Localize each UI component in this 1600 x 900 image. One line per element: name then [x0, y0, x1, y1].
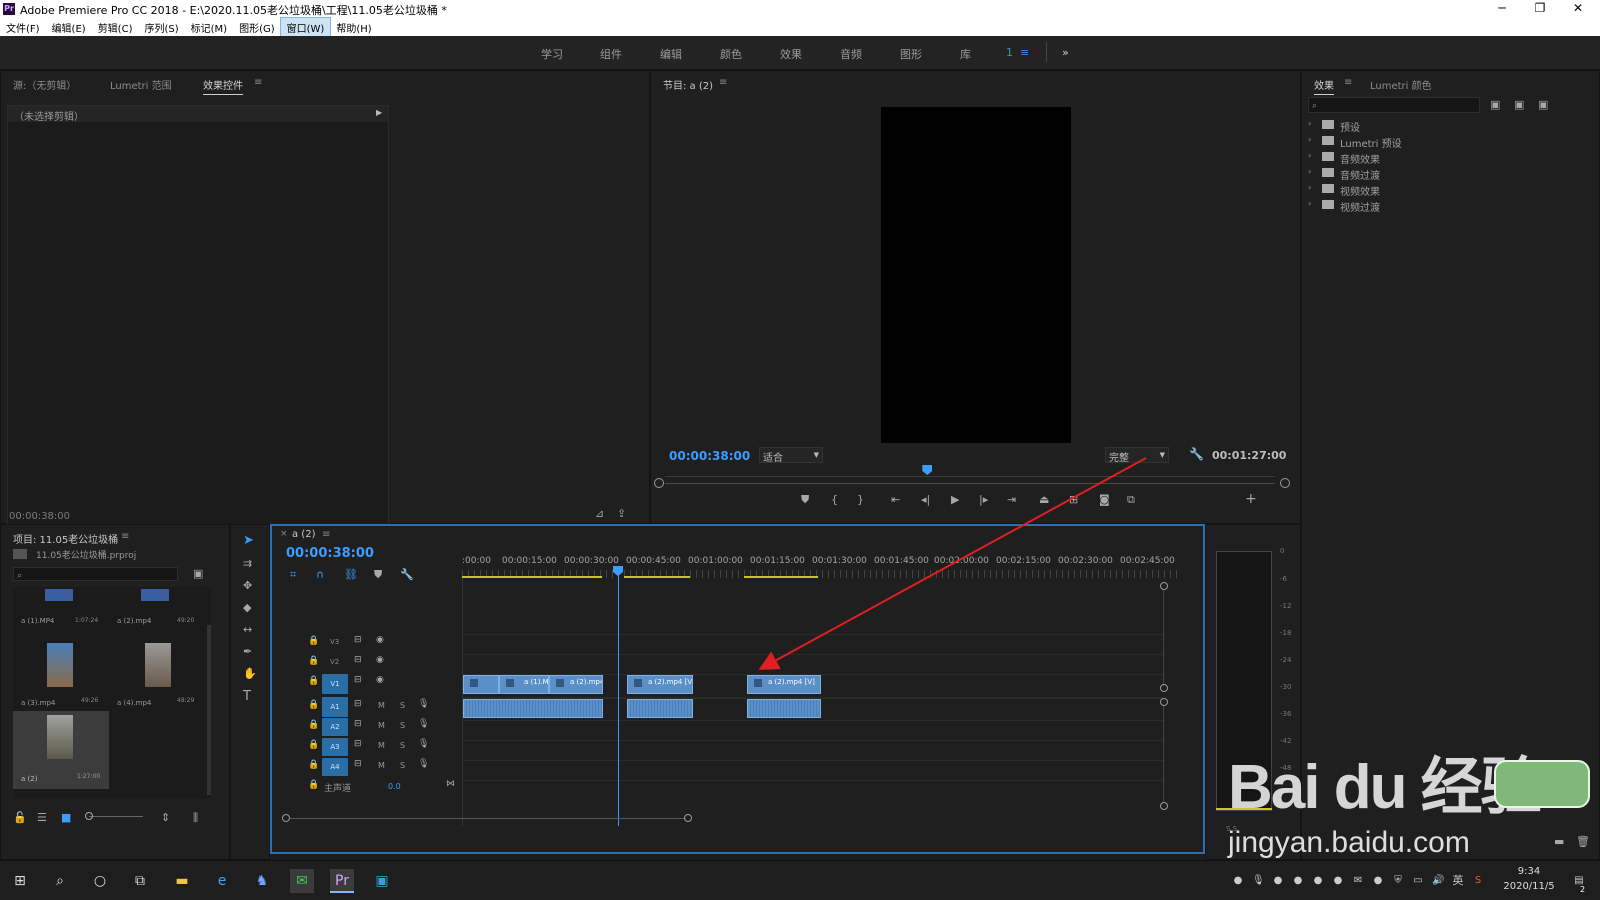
- clock-time[interactable]: 9:34: [1502, 866, 1556, 877]
- windows-start-icon[interactable]: ⊞: [8, 869, 32, 893]
- search-icon[interactable]: ⌕: [48, 869, 72, 893]
- app-icon-blue[interactable]: ▣: [370, 869, 394, 893]
- tray-icon[interactable]: ●: [1272, 875, 1284, 887]
- file-explorer-icon[interactable]: ▬: [170, 869, 194, 893]
- volume-icon[interactable]: 🔊: [1432, 875, 1444, 887]
- windows-taskbar: ⊞ ⌕ ○ ⧉ ▬ e ♞ ✉ Pr ▣ ● 🎙 ● ● ● ● ✉ ● ⛨ ▭…: [0, 860, 1600, 900]
- edge-browser-icon[interactable]: e: [210, 869, 234, 893]
- app-icon[interactable]: ♞: [250, 869, 274, 893]
- tray-icon[interactable]: ●: [1332, 875, 1344, 887]
- tray-mic-icon[interactable]: 🎙: [1252, 875, 1265, 887]
- tray-shield-icon[interactable]: ⛨: [1392, 875, 1404, 887]
- task-view-icon[interactable]: ⧉: [128, 869, 152, 893]
- watermark-badge: [1494, 760, 1590, 808]
- ime-indicator[interactable]: 英: [1452, 875, 1464, 887]
- baidu-watermark-url: jingyan.baidu.com: [1228, 826, 1470, 859]
- premiere-taskbar-icon[interactable]: Pr: [330, 869, 354, 893]
- cortana-icon[interactable]: ○: [88, 869, 112, 893]
- tray-app-icon[interactable]: S: [1472, 875, 1484, 887]
- tray-icon[interactable]: ●: [1312, 875, 1324, 887]
- wechat-icon[interactable]: ✉: [290, 869, 314, 893]
- network-icon[interactable]: ▭: [1412, 875, 1424, 887]
- clock-date[interactable]: 2020/11/5: [1500, 881, 1558, 892]
- tray-icon[interactable]: ●: [1232, 875, 1244, 887]
- notification-count: 2: [1580, 885, 1586, 894]
- tray-icon[interactable]: ●: [1372, 875, 1384, 887]
- tray-wechat-icon[interactable]: ✉: [1352, 875, 1364, 887]
- notification-center-icon[interactable]: ▤: [1570, 875, 1588, 887]
- tray-icon[interactable]: ●: [1292, 875, 1304, 887]
